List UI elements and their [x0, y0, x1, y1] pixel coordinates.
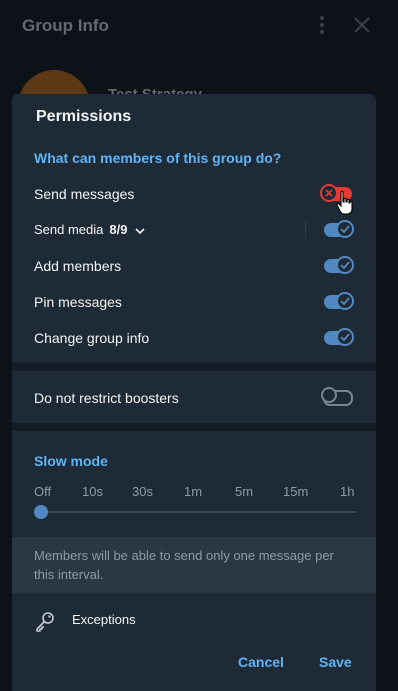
boosters-toggle[interactable] — [321, 387, 356, 406]
permission-label: Send media 8/9 — [34, 222, 145, 237]
boosters-row[interactable]: Do not restrict boosters — [12, 380, 376, 416]
slow-mode-option[interactable]: 30s — [132, 484, 153, 499]
slow-mode-option[interactable]: 1m — [184, 484, 202, 499]
permission-row-add-members[interactable]: Add members — [12, 248, 376, 284]
slow-mode-option[interactable]: Off — [34, 484, 51, 499]
add-members-toggle[interactable] — [324, 256, 356, 274]
row-separator — [305, 221, 306, 239]
send-media-label: Send media — [34, 222, 104, 237]
exceptions-row[interactable]: Exceptions — [12, 602, 376, 638]
slow-mode-option[interactable]: 5m — [235, 484, 253, 499]
check-icon — [336, 328, 354, 346]
check-icon — [336, 292, 354, 310]
save-button[interactable]: Save — [319, 654, 352, 670]
members-section-heading: What can members of this group do? — [34, 150, 282, 166]
section-divider — [12, 363, 376, 371]
slow-mode-slider-track[interactable] — [41, 511, 356, 513]
exceptions-label: Exceptions — [72, 612, 136, 627]
slow-mode-info-text: Members will be able to send only one me… — [34, 548, 334, 582]
pin-messages-toggle[interactable] — [324, 292, 356, 310]
cancel-button[interactable]: Cancel — [238, 654, 284, 670]
chevron-down-icon[interactable] — [135, 226, 145, 236]
boosters-label: Do not restrict boosters — [34, 390, 179, 406]
permission-label: Change group info — [34, 330, 150, 346]
permission-label: Send messages — [34, 186, 135, 202]
slow-mode-option[interactable]: 1h — [340, 484, 354, 499]
check-icon — [336, 256, 354, 274]
permission-label: Pin messages — [34, 294, 122, 310]
check-icon — [336, 220, 354, 238]
permission-row-send-messages[interactable]: Send messages — [12, 176, 376, 212]
slow-mode-scale: Off 10s 30s 1m 5m 15m 1h — [34, 484, 358, 500]
permission-row-send-media[interactable]: Send media 8/9 — [12, 212, 376, 248]
slow-mode-heading: Slow mode — [34, 453, 108, 469]
hand-cursor-icon — [336, 190, 353, 215]
slow-mode-slider-thumb[interactable] — [34, 505, 48, 519]
slow-mode-info-box: Members will be able to send only one me… — [12, 537, 376, 593]
send-media-toggle[interactable] — [324, 220, 356, 238]
toggle-knob — [321, 387, 337, 403]
permission-row-change-group-info[interactable]: Change group info — [12, 320, 376, 356]
slow-mode-option[interactable]: 10s — [82, 484, 103, 499]
slow-mode-option[interactable]: 15m — [283, 484, 308, 499]
permission-label: Add members — [34, 258, 122, 274]
dialog-title: Permissions — [36, 108, 132, 125]
key-icon — [36, 612, 54, 632]
permissions-dialog: Permissions What can members of this gro… — [12, 94, 376, 691]
change-group-info-toggle[interactable] — [324, 328, 356, 346]
section-divider — [12, 423, 376, 431]
permission-row-pin-messages[interactable]: Pin messages — [12, 284, 376, 320]
media-counter: 8/9 — [109, 222, 128, 237]
